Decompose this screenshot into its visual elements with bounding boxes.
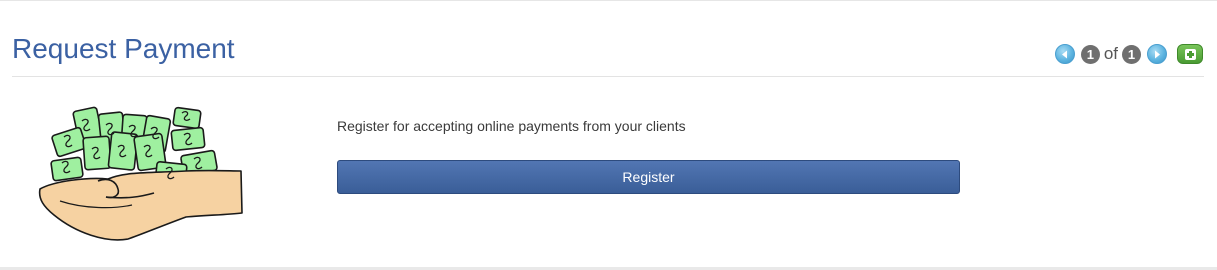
- register-description: Register for accepting online payments f…: [337, 118, 686, 134]
- add-record-button[interactable]: [1177, 44, 1203, 64]
- request-payment-panel: Request Payment 1 of 1 Register for acce…: [0, 0, 1217, 270]
- record-pager: 1 of 1: [1054, 43, 1203, 65]
- plus-icon: [1184, 48, 1196, 60]
- pager-of-label: of: [1103, 44, 1118, 63]
- next-record-button[interactable]: [1147, 44, 1167, 64]
- prev-arrow-icon: [1061, 50, 1067, 58]
- next-arrow-icon: [1155, 50, 1160, 58]
- total-pages-badge: 1: [1122, 44, 1141, 64]
- prev-record-button[interactable]: [1054, 44, 1075, 64]
- title-divider: [12, 76, 1204, 77]
- money-in-hand-illustration: [38, 106, 243, 241]
- current-page-badge: 1: [1080, 44, 1100, 64]
- register-button[interactable]: Register: [337, 160, 960, 194]
- page-title: Request Payment: [12, 33, 235, 64]
